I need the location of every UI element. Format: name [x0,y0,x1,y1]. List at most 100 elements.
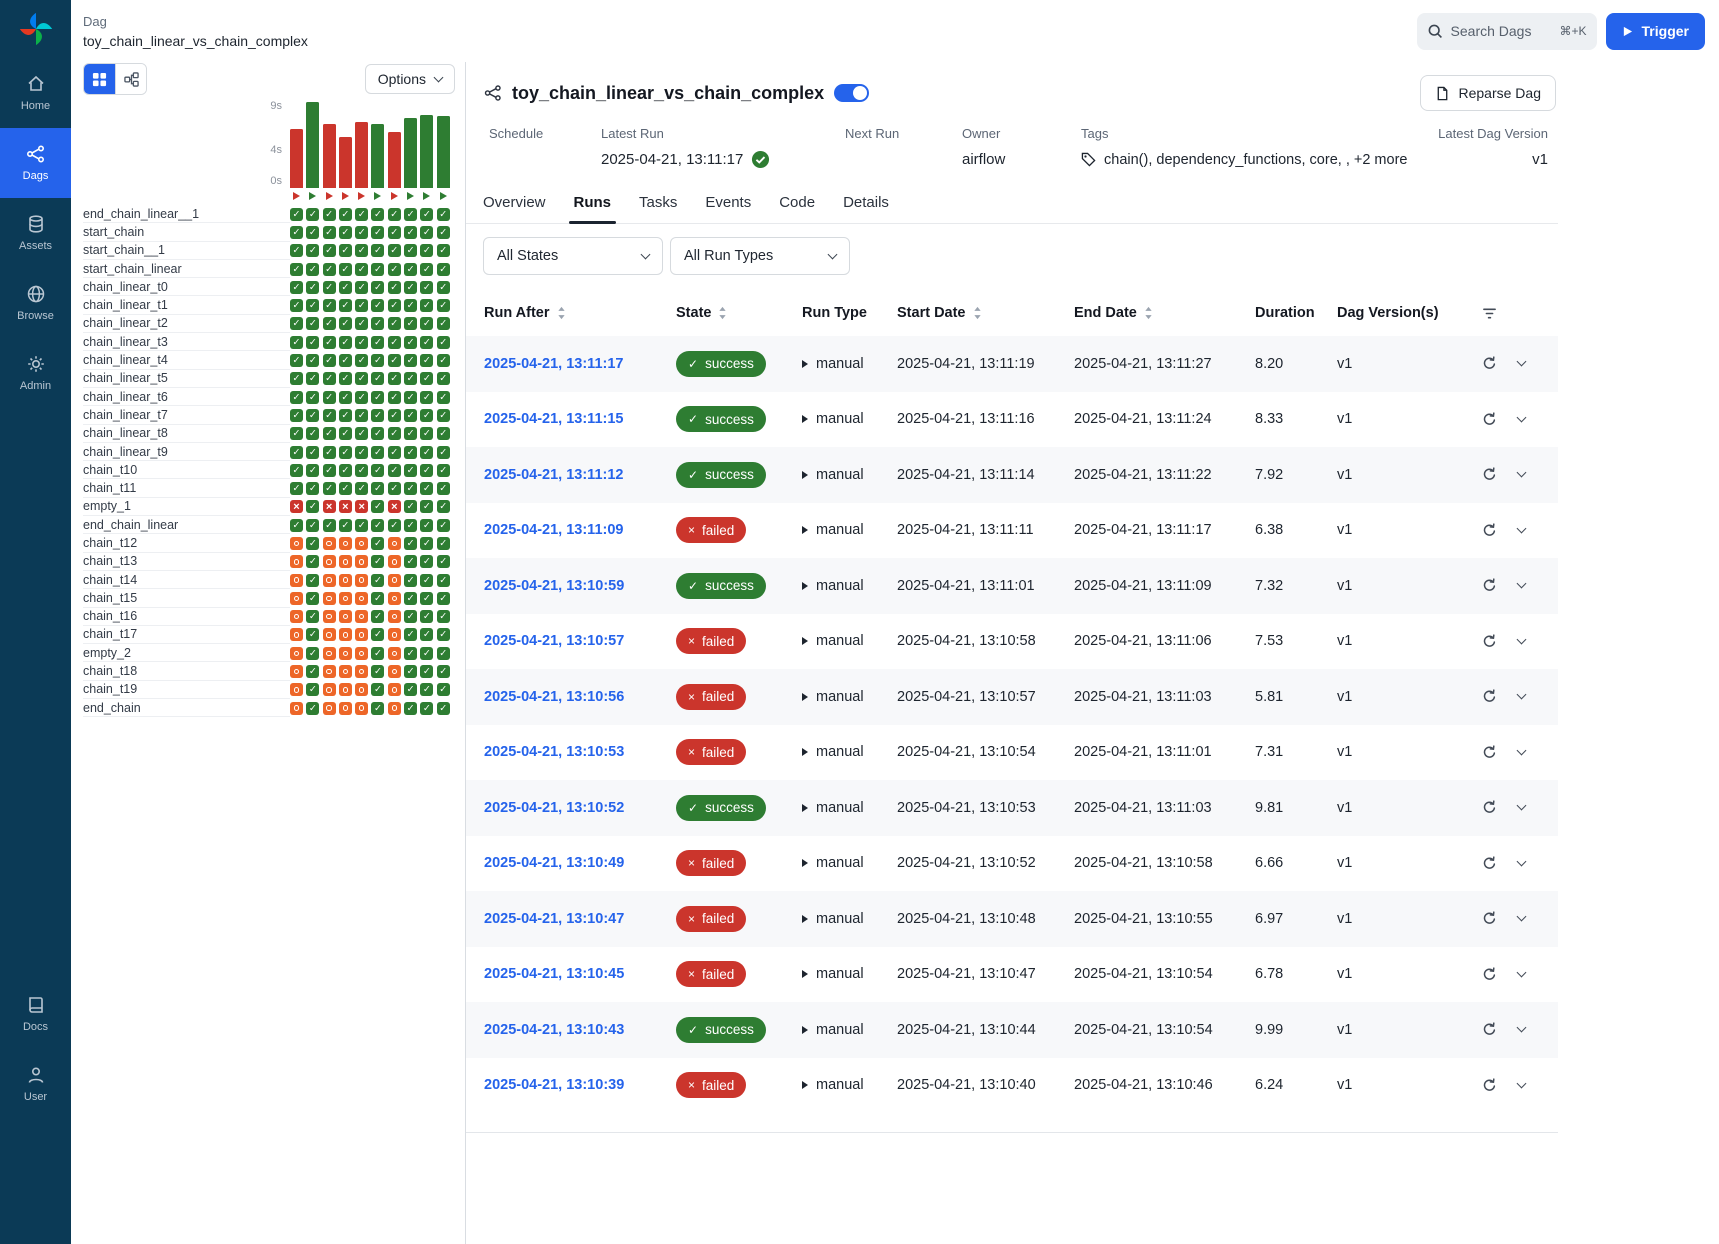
task-instance-square-success[interactable]: ✓ [290,482,303,495]
task-name[interactable]: chain_t12 [83,534,290,552]
refresh-run-button[interactable] [1482,578,1497,593]
task-instance-square-success[interactable]: ✓ [339,409,352,422]
task-instance-square-success[interactable]: ✓ [404,446,417,459]
task-instance-square-success[interactable]: ✓ [371,500,384,513]
trigger-button[interactable]: Trigger [1606,13,1705,50]
tab-details[interactable]: Details [829,185,903,223]
task-instance-square-success[interactable]: ✓ [339,354,352,367]
run-after-link[interactable]: 2025-04-21, 13:10:43 [484,1022,624,1038]
task-instance-square-success[interactable]: ✓ [355,446,368,459]
task-instance-square-success[interactable]: ✓ [420,537,433,550]
run-duration-bar[interactable] [420,115,433,188]
task-instance-square-success[interactable]: ✓ [420,354,433,367]
task-instance-square-success[interactable]: ✓ [306,647,319,660]
task-instance-square-success[interactable]: ✓ [388,317,401,330]
task-instance-square-upstream[interactable] [388,628,401,641]
task-instance-square-success[interactable]: ✓ [339,464,352,477]
task-instance-square-success[interactable]: ✓ [388,391,401,404]
search-dags-input[interactable]: Search Dags ⌘+K [1417,13,1597,50]
task-instance-square-success[interactable]: ✓ [355,317,368,330]
task-instance-square-success[interactable]: ✓ [323,409,336,422]
task-instance-square-success[interactable]: ✓ [339,263,352,276]
task-instance-square-success[interactable]: ✓ [339,427,352,440]
task-instance-square-upstream[interactable] [339,647,352,660]
refresh-run-button[interactable] [1482,745,1497,760]
task-instance-square-success[interactable]: ✓ [404,317,417,330]
task-instance-square-success[interactable]: ✓ [371,592,384,605]
task-instance-square-success[interactable]: ✓ [404,537,417,550]
task-instance-square-success[interactable]: ✓ [388,446,401,459]
task-instance-square-upstream[interactable] [323,592,336,605]
task-instance-square-success[interactable]: ✓ [437,391,450,404]
task-instance-square-success[interactable]: ✓ [371,702,384,715]
task-instance-square-success[interactable]: ✓ [404,263,417,276]
task-instance-square-success[interactable]: ✓ [339,391,352,404]
task-instance-square-upstream[interactable] [323,555,336,568]
task-name[interactable]: chain_t10 [83,461,290,479]
task-instance-square-success[interactable]: ✓ [388,244,401,257]
task-instance-square-success[interactable]: ✓ [404,665,417,678]
task-instance-square-success[interactable]: ✓ [437,537,450,550]
task-instance-square-success[interactable]: ✓ [404,427,417,440]
task-instance-square-success[interactable]: ✓ [437,317,450,330]
task-name[interactable]: start_chain__1 [83,242,290,260]
sidebar-item-browse[interactable]: Browse [0,268,71,338]
run-duration-bar[interactable] [306,102,319,188]
task-instance-square-upstream[interactable] [290,702,303,715]
refresh-run-button[interactable] [1482,689,1497,704]
task-instance-square-success[interactable]: ✓ [437,372,450,385]
task-instance-square-success[interactable]: ✓ [420,610,433,623]
task-name[interactable]: end_chain_linear [83,516,290,534]
task-instance-square-success[interactable]: ✓ [420,702,433,715]
task-instance-square-upstream[interactable] [323,683,336,696]
task-name[interactable]: end_chain_linear__1 [83,205,290,223]
task-name[interactable]: chain_t14 [83,571,290,589]
task-instance-square-success[interactable]: ✓ [323,446,336,459]
task-instance-square-success[interactable]: ✓ [306,226,319,239]
task-instance-square-success[interactable]: ✓ [420,372,433,385]
task-instance-square-success[interactable]: ✓ [388,427,401,440]
task-instance-square-success[interactable]: ✓ [437,299,450,312]
task-name[interactable]: chain_t19 [83,681,290,699]
task-instance-square-success[interactable]: ✓ [323,427,336,440]
task-instance-square-upstream[interactable] [290,628,303,641]
breadcrumb-dag-section[interactable]: Dag [83,14,308,29]
task-instance-square-success[interactable]: ✓ [355,281,368,294]
task-instance-square-success[interactable]: ✓ [290,336,303,349]
task-name[interactable]: end_chain [83,699,290,717]
task-instance-square-success[interactable]: ✓ [355,354,368,367]
task-instance-square-failed[interactable]: × [355,500,368,513]
task-instance-square-failed[interactable]: × [323,500,336,513]
task-instance-square-upstream[interactable] [339,628,352,641]
graph-view-button[interactable] [115,64,146,94]
task-instance-square-success[interactable]: ✓ [323,317,336,330]
task-instance-square-success[interactable]: ✓ [404,354,417,367]
task-instance-square-success[interactable]: ✓ [306,500,319,513]
task-instance-square-success[interactable]: ✓ [420,500,433,513]
task-instance-square-success[interactable]: ✓ [404,500,417,513]
task-instance-square-upstream[interactable] [339,555,352,568]
task-instance-square-success[interactable]: ✓ [404,519,417,532]
task-name[interactable]: chain_t17 [83,626,290,644]
task-instance-square-success[interactable]: ✓ [323,299,336,312]
airflow-logo[interactable] [0,0,71,58]
run-duration-bar[interactable] [404,118,417,188]
task-instance-square-success[interactable]: ✓ [306,317,319,330]
task-instance-square-success[interactable]: ✓ [371,574,384,587]
task-instance-square-success[interactable]: ✓ [388,372,401,385]
run-duration-bar[interactable] [323,124,336,188]
task-instance-square-upstream[interactable] [339,665,352,678]
pause-toggle[interactable] [834,84,869,102]
task-name[interactable]: empty_2 [83,644,290,662]
run-duration-bar[interactable] [437,116,450,188]
run-state-play[interactable] [404,192,417,200]
task-instance-square-upstream[interactable] [355,628,368,641]
refresh-run-button[interactable] [1482,412,1497,427]
task-instance-square-success[interactable]: ✓ [323,482,336,495]
refresh-run-button[interactable] [1482,1022,1497,1037]
task-instance-square-success[interactable]: ✓ [404,482,417,495]
task-instance-square-success[interactable]: ✓ [306,354,319,367]
task-name[interactable]: chain_linear_t3 [83,333,290,351]
task-instance-square-success[interactable]: ✓ [404,336,417,349]
task-instance-square-success[interactable]: ✓ [339,336,352,349]
